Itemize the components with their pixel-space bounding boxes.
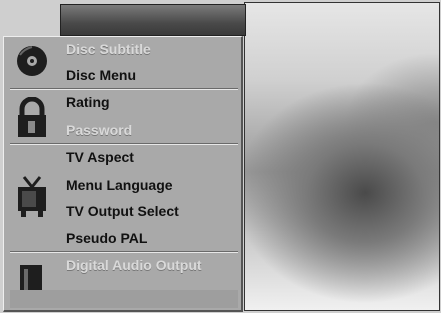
menu-divider [10,143,238,145]
menu-divider [10,88,238,90]
tv-icon [12,175,54,224]
disc-icon [12,43,54,84]
menu-title-bar [60,4,246,36]
menu-item-menu-language[interactable]: Menu Language [66,177,173,193]
setup-screen: Disc Subtitle Disc Menu Rating Password [0,0,441,313]
menu-item-disc-subtitle[interactable]: Disc Subtitle [66,41,151,57]
menu-empty-slot [10,290,238,308]
menu-item-password[interactable]: Password [66,122,132,138]
menu-item-tv-aspect[interactable]: TV Aspect [66,149,134,165]
menu-item-disc-menu[interactable]: Disc Menu [66,67,136,83]
setup-menu: Disc Subtitle Disc Menu Rating Password [3,36,243,312]
menu-divider [10,251,238,253]
menu-item-pseudo-pal[interactable]: Pseudo PAL [66,230,147,246]
menu-item-rating[interactable]: Rating [66,94,110,110]
menu-item-tv-output-select[interactable]: TV Output Select [66,203,179,219]
menu-item-digital-audio-output[interactable]: Digital Audio Output [66,257,202,273]
preview-panel [244,2,440,311]
lock-icon [12,96,54,144]
